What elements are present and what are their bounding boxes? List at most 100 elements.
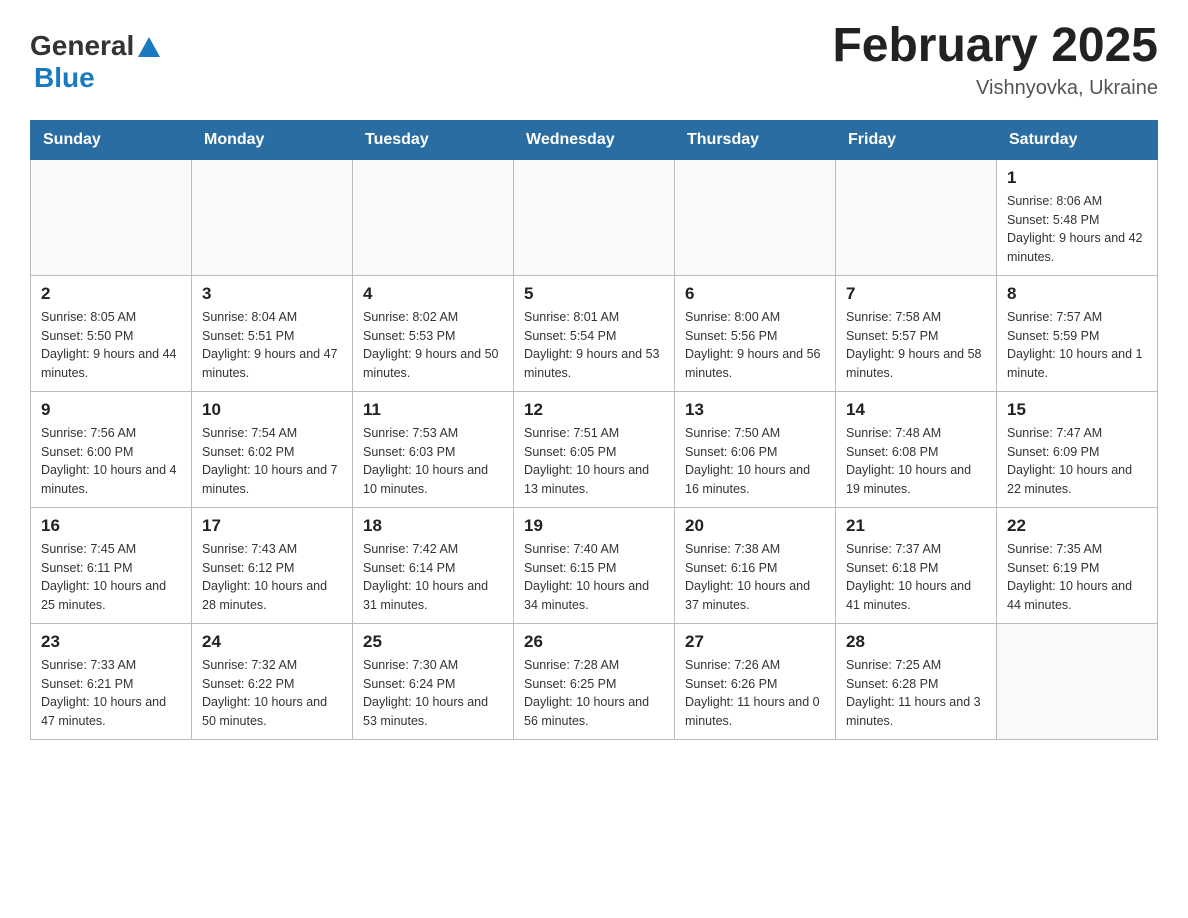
calendar-cell [836,159,997,275]
day-info: Sunrise: 7:40 AMSunset: 6:15 PMDaylight:… [524,540,664,615]
calendar-cell [514,159,675,275]
calendar-week-2: 2Sunrise: 8:05 AMSunset: 5:50 PMDaylight… [31,275,1158,391]
day-info: Sunrise: 7:48 AMSunset: 6:08 PMDaylight:… [846,424,986,499]
logo-general-text: General [30,30,134,62]
calendar-cell: 8 Sunrise: 7:57 AMSunset: 5:59 PMDaylight… [997,275,1158,391]
day-number: 19 [524,516,664,536]
day-number: 25 [363,632,503,652]
calendar-cell [675,159,836,275]
calendar-cell: 1 Sunrise: 8:06 AMSunset: 5:48 PMDaylight… [997,159,1158,275]
col-friday: Friday [836,120,997,159]
calendar-cell: 18 Sunrise: 7:42 AMSunset: 6:14 PMDayligh… [353,507,514,623]
logo-triangle-icon [138,37,160,62]
calendar-cell: 25 Sunrise: 7:30 AMSunset: 6:24 PMDayligh… [353,623,514,739]
day-info: Sunrise: 7:32 AMSunset: 6:22 PMDaylight:… [202,656,342,731]
day-number: 27 [685,632,825,652]
day-number: 26 [524,632,664,652]
calendar-cell: 26 Sunrise: 7:28 AMSunset: 6:25 PMDayligh… [514,623,675,739]
day-info: Sunrise: 7:54 AMSunset: 6:02 PMDaylight:… [202,424,342,499]
location: Vishnyovka, Ukraine [832,77,1158,100]
calendar-cell: 12 Sunrise: 7:51 AMSunset: 6:05 PMDayligh… [514,391,675,507]
day-info: Sunrise: 7:26 AMSunset: 6:26 PMDaylight:… [685,656,825,731]
day-info: Sunrise: 7:53 AMSunset: 6:03 PMDaylight:… [363,424,503,499]
day-number: 14 [846,400,986,420]
day-info: Sunrise: 7:25 AMSunset: 6:28 PMDaylight:… [846,656,986,731]
page-header: General Blue February 2025 Vishnyovka, U… [30,20,1158,100]
calendar-cell: 23Sunrise: 7:33 AMSunset: 6:21 PMDayligh… [31,623,192,739]
day-info: Sunrise: 8:06 AMSunset: 5:48 PMDaylight:… [1007,192,1147,267]
day-number: 21 [846,516,986,536]
day-number: 9 [41,400,181,420]
day-info: Sunrise: 7:30 AMSunset: 6:24 PMDaylight:… [363,656,503,731]
calendar-cell: 3Sunrise: 8:04 AMSunset: 5:51 PMDaylight… [192,275,353,391]
logo-blue-text: Blue [34,62,95,93]
day-info: Sunrise: 8:01 AMSunset: 5:54 PMDaylight:… [524,308,664,383]
calendar-week-5: 23Sunrise: 7:33 AMSunset: 6:21 PMDayligh… [31,623,1158,739]
calendar-cell [353,159,514,275]
calendar-cell: 19 Sunrise: 7:40 AMSunset: 6:15 PMDayligh… [514,507,675,623]
calendar-cell: 27 Sunrise: 7:26 AMSunset: 6:26 PMDayligh… [675,623,836,739]
day-info: Sunrise: 7:57 AMSunset: 5:59 PMDaylight:… [1007,308,1147,383]
day-info: Sunrise: 7:50 AMSunset: 6:06 PMDaylight:… [685,424,825,499]
calendar-cell: 15 Sunrise: 7:47 AMSunset: 6:09 PMDayligh… [997,391,1158,507]
col-sunday: Sunday [31,120,192,159]
day-info: Sunrise: 7:58 AMSunset: 5:57 PMDaylight:… [846,308,986,383]
calendar-week-3: 9Sunrise: 7:56 AMSunset: 6:00 PMDaylight… [31,391,1158,507]
day-number: 7 [846,284,986,304]
calendar-cell: 21 Sunrise: 7:37 AMSunset: 6:18 PMDayligh… [836,507,997,623]
day-number: 17 [202,516,342,536]
calendar-cell: 17 Sunrise: 7:43 AMSunset: 6:12 PMDayligh… [192,507,353,623]
calendar-week-1: 1 Sunrise: 8:06 AMSunset: 5:48 PMDaylight… [31,159,1158,275]
day-info: Sunrise: 8:00 AMSunset: 5:56 PMDaylight:… [685,308,825,383]
day-number: 2 [41,284,181,304]
header-row: Sunday Monday Tuesday Wednesday Thursday… [31,120,1158,159]
day-number: 22 [1007,516,1147,536]
calendar-cell: 7 Sunrise: 7:58 AMSunset: 5:57 PMDaylight… [836,275,997,391]
day-info: Sunrise: 7:37 AMSunset: 6:18 PMDaylight:… [846,540,986,615]
day-number: 3 [202,284,342,304]
calendar-cell: 10 Sunrise: 7:54 AMSunset: 6:02 PMDayligh… [192,391,353,507]
col-thursday: Thursday [675,120,836,159]
calendar-cell: 9Sunrise: 7:56 AMSunset: 6:00 PMDaylight… [31,391,192,507]
calendar-cell: 14 Sunrise: 7:48 AMSunset: 6:08 PMDayligh… [836,391,997,507]
day-info: Sunrise: 8:02 AMSunset: 5:53 PMDaylight:… [363,308,503,383]
logo: General Blue [30,30,160,94]
day-number: 12 [524,400,664,420]
day-info: Sunrise: 7:43 AMSunset: 6:12 PMDaylight:… [202,540,342,615]
calendar-cell [997,623,1158,739]
day-number: 23 [41,632,181,652]
calendar-header: Sunday Monday Tuesday Wednesday Thursday… [31,120,1158,159]
col-saturday: Saturday [997,120,1158,159]
calendar-body: 1 Sunrise: 8:06 AMSunset: 5:48 PMDaylight… [31,159,1158,739]
calendar-cell: 11Sunrise: 7:53 AMSunset: 6:03 PMDayligh… [353,391,514,507]
calendar-cell: 16Sunrise: 7:45 AMSunset: 6:11 PMDayligh… [31,507,192,623]
col-wednesday: Wednesday [514,120,675,159]
calendar-cell: 28 Sunrise: 7:25 AMSunset: 6:28 PMDayligh… [836,623,997,739]
calendar-week-4: 16Sunrise: 7:45 AMSunset: 6:11 PMDayligh… [31,507,1158,623]
calendar-cell: 6 Sunrise: 8:00 AMSunset: 5:56 PMDaylight… [675,275,836,391]
day-number: 28 [846,632,986,652]
day-number: 13 [685,400,825,420]
day-info: Sunrise: 7:28 AMSunset: 6:25 PMDaylight:… [524,656,664,731]
calendar-cell [192,159,353,275]
calendar-table: Sunday Monday Tuesday Wednesday Thursday… [30,120,1158,740]
day-info: Sunrise: 7:47 AMSunset: 6:09 PMDaylight:… [1007,424,1147,499]
day-number: 20 [685,516,825,536]
calendar-cell: 24 Sunrise: 7:32 AMSunset: 6:22 PMDayligh… [192,623,353,739]
calendar-cell: 13 Sunrise: 7:50 AMSunset: 6:06 PMDayligh… [675,391,836,507]
day-number: 1 [1007,168,1147,188]
calendar-cell: 22 Sunrise: 7:35 AMSunset: 6:19 PMDayligh… [997,507,1158,623]
day-number: 8 [1007,284,1147,304]
day-info: Sunrise: 7:51 AMSunset: 6:05 PMDaylight:… [524,424,664,499]
day-info: Sunrise: 7:45 AMSunset: 6:11 PMDaylight:… [41,540,181,615]
day-number: 6 [685,284,825,304]
day-number: 24 [202,632,342,652]
calendar-cell [31,159,192,275]
day-number: 15 [1007,400,1147,420]
day-number: 10 [202,400,342,420]
title-block: February 2025 Vishnyovka, Ukraine [832,20,1158,100]
day-number: 18 [363,516,503,536]
day-number: 4 [363,284,503,304]
day-info: Sunrise: 7:35 AMSunset: 6:19 PMDaylight:… [1007,540,1147,615]
day-info: Sunrise: 7:42 AMSunset: 6:14 PMDaylight:… [363,540,503,615]
